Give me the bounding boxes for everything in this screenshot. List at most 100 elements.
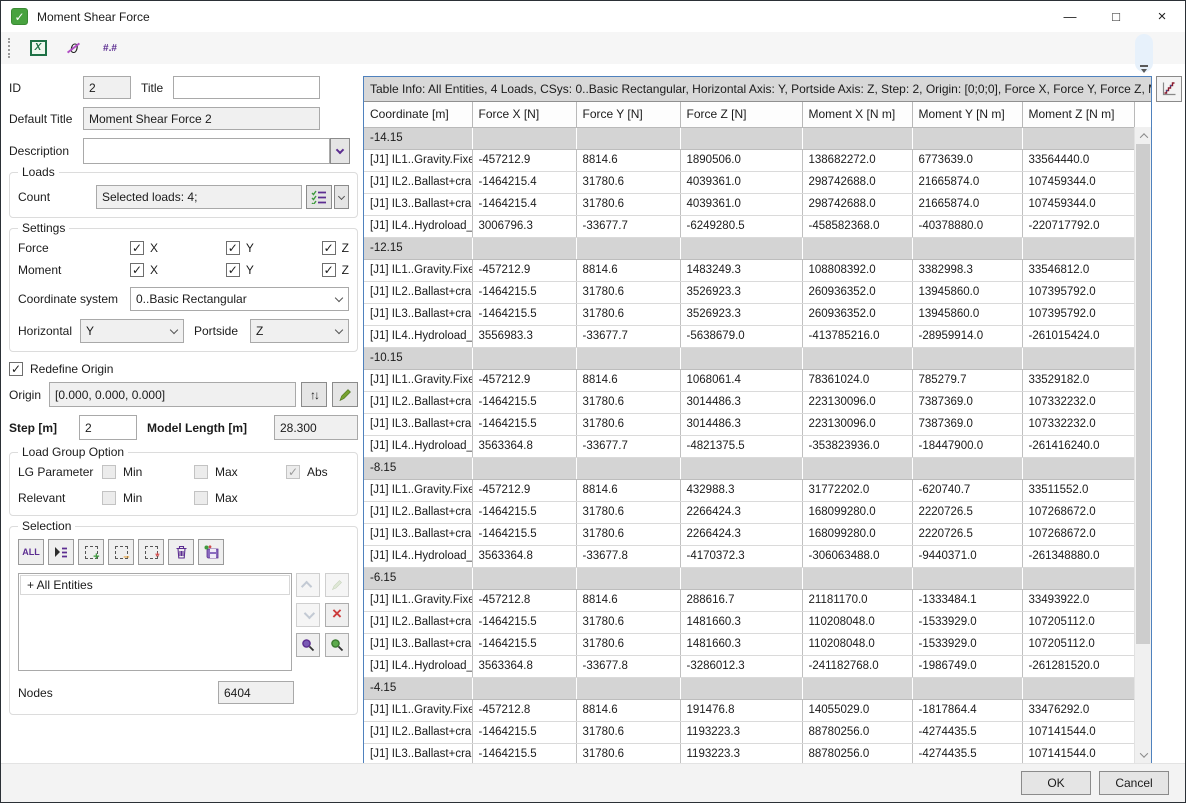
column-header[interactable]: Moment X [N m] xyxy=(802,102,912,127)
value-cell[interactable]: 298742688.0 xyxy=(802,193,912,215)
value-cell[interactable]: 31780.6 xyxy=(576,633,680,655)
lg-max-checkbox[interactable] xyxy=(194,465,208,479)
group-empty-cell[interactable] xyxy=(912,457,1022,479)
value-cell[interactable]: -1464215.5 xyxy=(472,413,576,435)
delete-selection-button[interactable]: × xyxy=(325,603,349,627)
value-cell[interactable]: -1533929.0 xyxy=(912,633,1022,655)
value-cell[interactable]: 107205112.0 xyxy=(1022,633,1134,655)
value-cell[interactable]: -1464215.4 xyxy=(472,171,576,193)
value-cell[interactable]: 107332232.0 xyxy=(1022,413,1134,435)
value-cell[interactable]: 31780.6 xyxy=(576,721,680,743)
load-name-cell[interactable]: [J1] IL1..Gravity.Fixe xyxy=(364,369,472,391)
value-cell[interactable]: -18447900.0 xyxy=(912,435,1022,457)
column-header[interactable]: Coordinate [m] xyxy=(364,102,472,127)
value-cell[interactable]: -261348880.0 xyxy=(1022,545,1134,567)
swap-origin-button[interactable]: ↑↓ xyxy=(301,382,327,407)
excel-export-button[interactable]: X xyxy=(28,37,48,59)
group-empty-cell[interactable] xyxy=(472,127,576,149)
load-name-cell[interactable]: [J1] IL2..Ballast+crai xyxy=(364,611,472,633)
scroll-down-arrow[interactable] xyxy=(1135,746,1152,763)
group-empty-cell[interactable] xyxy=(472,567,576,589)
group-empty-cell[interactable] xyxy=(576,347,680,369)
group-empty-cell[interactable] xyxy=(576,677,680,699)
clear-selection-button[interactable] xyxy=(168,539,194,565)
value-cell[interactable]: 6773639.0 xyxy=(912,149,1022,171)
load-name-cell[interactable]: [J1] IL1..Gravity.Fixe xyxy=(364,479,472,501)
value-cell[interactable]: -220717792.0 xyxy=(1022,215,1134,237)
remove-from-selection-button[interactable]: * xyxy=(138,539,164,565)
pick-origin-button[interactable] xyxy=(332,382,358,407)
value-cell[interactable]: 8814.6 xyxy=(576,479,680,501)
load-name-cell[interactable]: [J1] IL4..Hydroload_ xyxy=(364,325,472,347)
description-dropdown-button[interactable] xyxy=(330,138,350,164)
value-cell[interactable]: -4170372.3 xyxy=(680,545,802,567)
significant-digits-button[interactable]: 0 xyxy=(64,37,84,59)
group-empty-cell[interactable] xyxy=(472,677,576,699)
value-cell[interactable]: 168099280.0 xyxy=(802,501,912,523)
value-cell[interactable]: 8814.6 xyxy=(576,699,680,721)
value-cell[interactable]: -4821375.5 xyxy=(680,435,802,457)
value-cell[interactable]: 223130096.0 xyxy=(802,413,912,435)
scroll-up-arrow[interactable] xyxy=(1135,127,1152,144)
value-cell[interactable]: 31780.6 xyxy=(576,193,680,215)
group-empty-cell[interactable] xyxy=(472,347,576,369)
value-cell[interactable]: -413785216.0 xyxy=(802,325,912,347)
value-cell[interactable]: -261416240.0 xyxy=(1022,435,1134,457)
group-empty-cell[interactable] xyxy=(802,457,912,479)
group-empty-cell[interactable] xyxy=(680,347,802,369)
group-empty-cell[interactable] xyxy=(1022,127,1134,149)
number-format-button[interactable]: #.# xyxy=(100,37,120,59)
group-empty-cell[interactable] xyxy=(1022,457,1134,479)
list-item[interactable]: + All Entities xyxy=(20,575,290,595)
value-cell[interactable]: 2220726.5 xyxy=(912,501,1022,523)
load-name-cell[interactable]: [J1] IL3..Ballast+crai xyxy=(364,743,472,764)
value-cell[interactable]: 88780256.0 xyxy=(802,743,912,764)
value-cell[interactable]: 1193223.3 xyxy=(680,721,802,743)
load-name-cell[interactable]: [J1] IL4..Hydroload_ xyxy=(364,215,472,237)
value-cell[interactable]: 288616.7 xyxy=(680,589,802,611)
load-name-cell[interactable]: [J1] IL2..Ballast+crai xyxy=(364,281,472,303)
value-cell[interactable]: 4039361.0 xyxy=(680,193,802,215)
value-cell[interactable]: 107141544.0 xyxy=(1022,721,1134,743)
value-cell[interactable]: -40378880.0 xyxy=(912,215,1022,237)
load-name-cell[interactable]: [J1] IL3..Ballast+crai xyxy=(364,633,472,655)
group-empty-cell[interactable] xyxy=(576,567,680,589)
value-cell[interactable]: 1193223.3 xyxy=(680,743,802,764)
value-cell[interactable]: 1483249.3 xyxy=(680,259,802,281)
value-cell[interactable]: 7387369.0 xyxy=(912,391,1022,413)
group-coordinate-cell[interactable]: -6.15 xyxy=(364,567,472,589)
redefine-origin-checkbox[interactable] xyxy=(9,362,23,376)
value-cell[interactable]: 191476.8 xyxy=(680,699,802,721)
panel-expander[interactable] xyxy=(1135,34,1153,72)
value-cell[interactable]: 107268672.0 xyxy=(1022,501,1134,523)
load-name-cell[interactable]: [J1] IL3..Ballast+crai xyxy=(364,193,472,215)
portside-select[interactable]: Z xyxy=(250,319,349,343)
value-cell[interactable]: 168099280.0 xyxy=(802,523,912,545)
vertical-scrollbar[interactable] xyxy=(1134,127,1151,763)
load-name-cell[interactable]: [J1] IL1..Gravity.Fixe xyxy=(364,589,472,611)
value-cell[interactable]: 298742688.0 xyxy=(802,171,912,193)
group-empty-cell[interactable] xyxy=(912,347,1022,369)
value-cell[interactable]: 33546812.0 xyxy=(1022,259,1134,281)
value-cell[interactable]: -1817864.4 xyxy=(912,699,1022,721)
ok-button[interactable]: OK xyxy=(1021,771,1091,795)
value-cell[interactable]: 21181170.0 xyxy=(802,589,912,611)
value-cell[interactable]: -457212.9 xyxy=(472,479,576,501)
value-cell[interactable]: -1533929.0 xyxy=(912,611,1022,633)
value-cell[interactable]: 13945860.0 xyxy=(912,281,1022,303)
group-empty-cell[interactable] xyxy=(1022,347,1134,369)
value-cell[interactable]: -457212.9 xyxy=(472,369,576,391)
title-input[interactable] xyxy=(173,76,320,99)
value-cell[interactable]: -1464215.5 xyxy=(472,281,576,303)
load-name-cell[interactable]: [J1] IL4..Hydroload_ xyxy=(364,435,472,457)
column-header[interactable]: Moment Y [N m] xyxy=(912,102,1022,127)
minimize-button[interactable]: — xyxy=(1047,1,1093,32)
group-empty-cell[interactable] xyxy=(472,237,576,259)
value-cell[interactable]: -33677.7 xyxy=(576,325,680,347)
value-cell[interactable]: -6249280.5 xyxy=(680,215,802,237)
value-cell[interactable]: 21665874.0 xyxy=(912,193,1022,215)
value-cell[interactable]: 3382998.3 xyxy=(912,259,1022,281)
moment-y-checkbox[interactable] xyxy=(226,263,240,277)
value-cell[interactable]: 2266424.3 xyxy=(680,523,802,545)
value-cell[interactable]: 31780.6 xyxy=(576,611,680,633)
